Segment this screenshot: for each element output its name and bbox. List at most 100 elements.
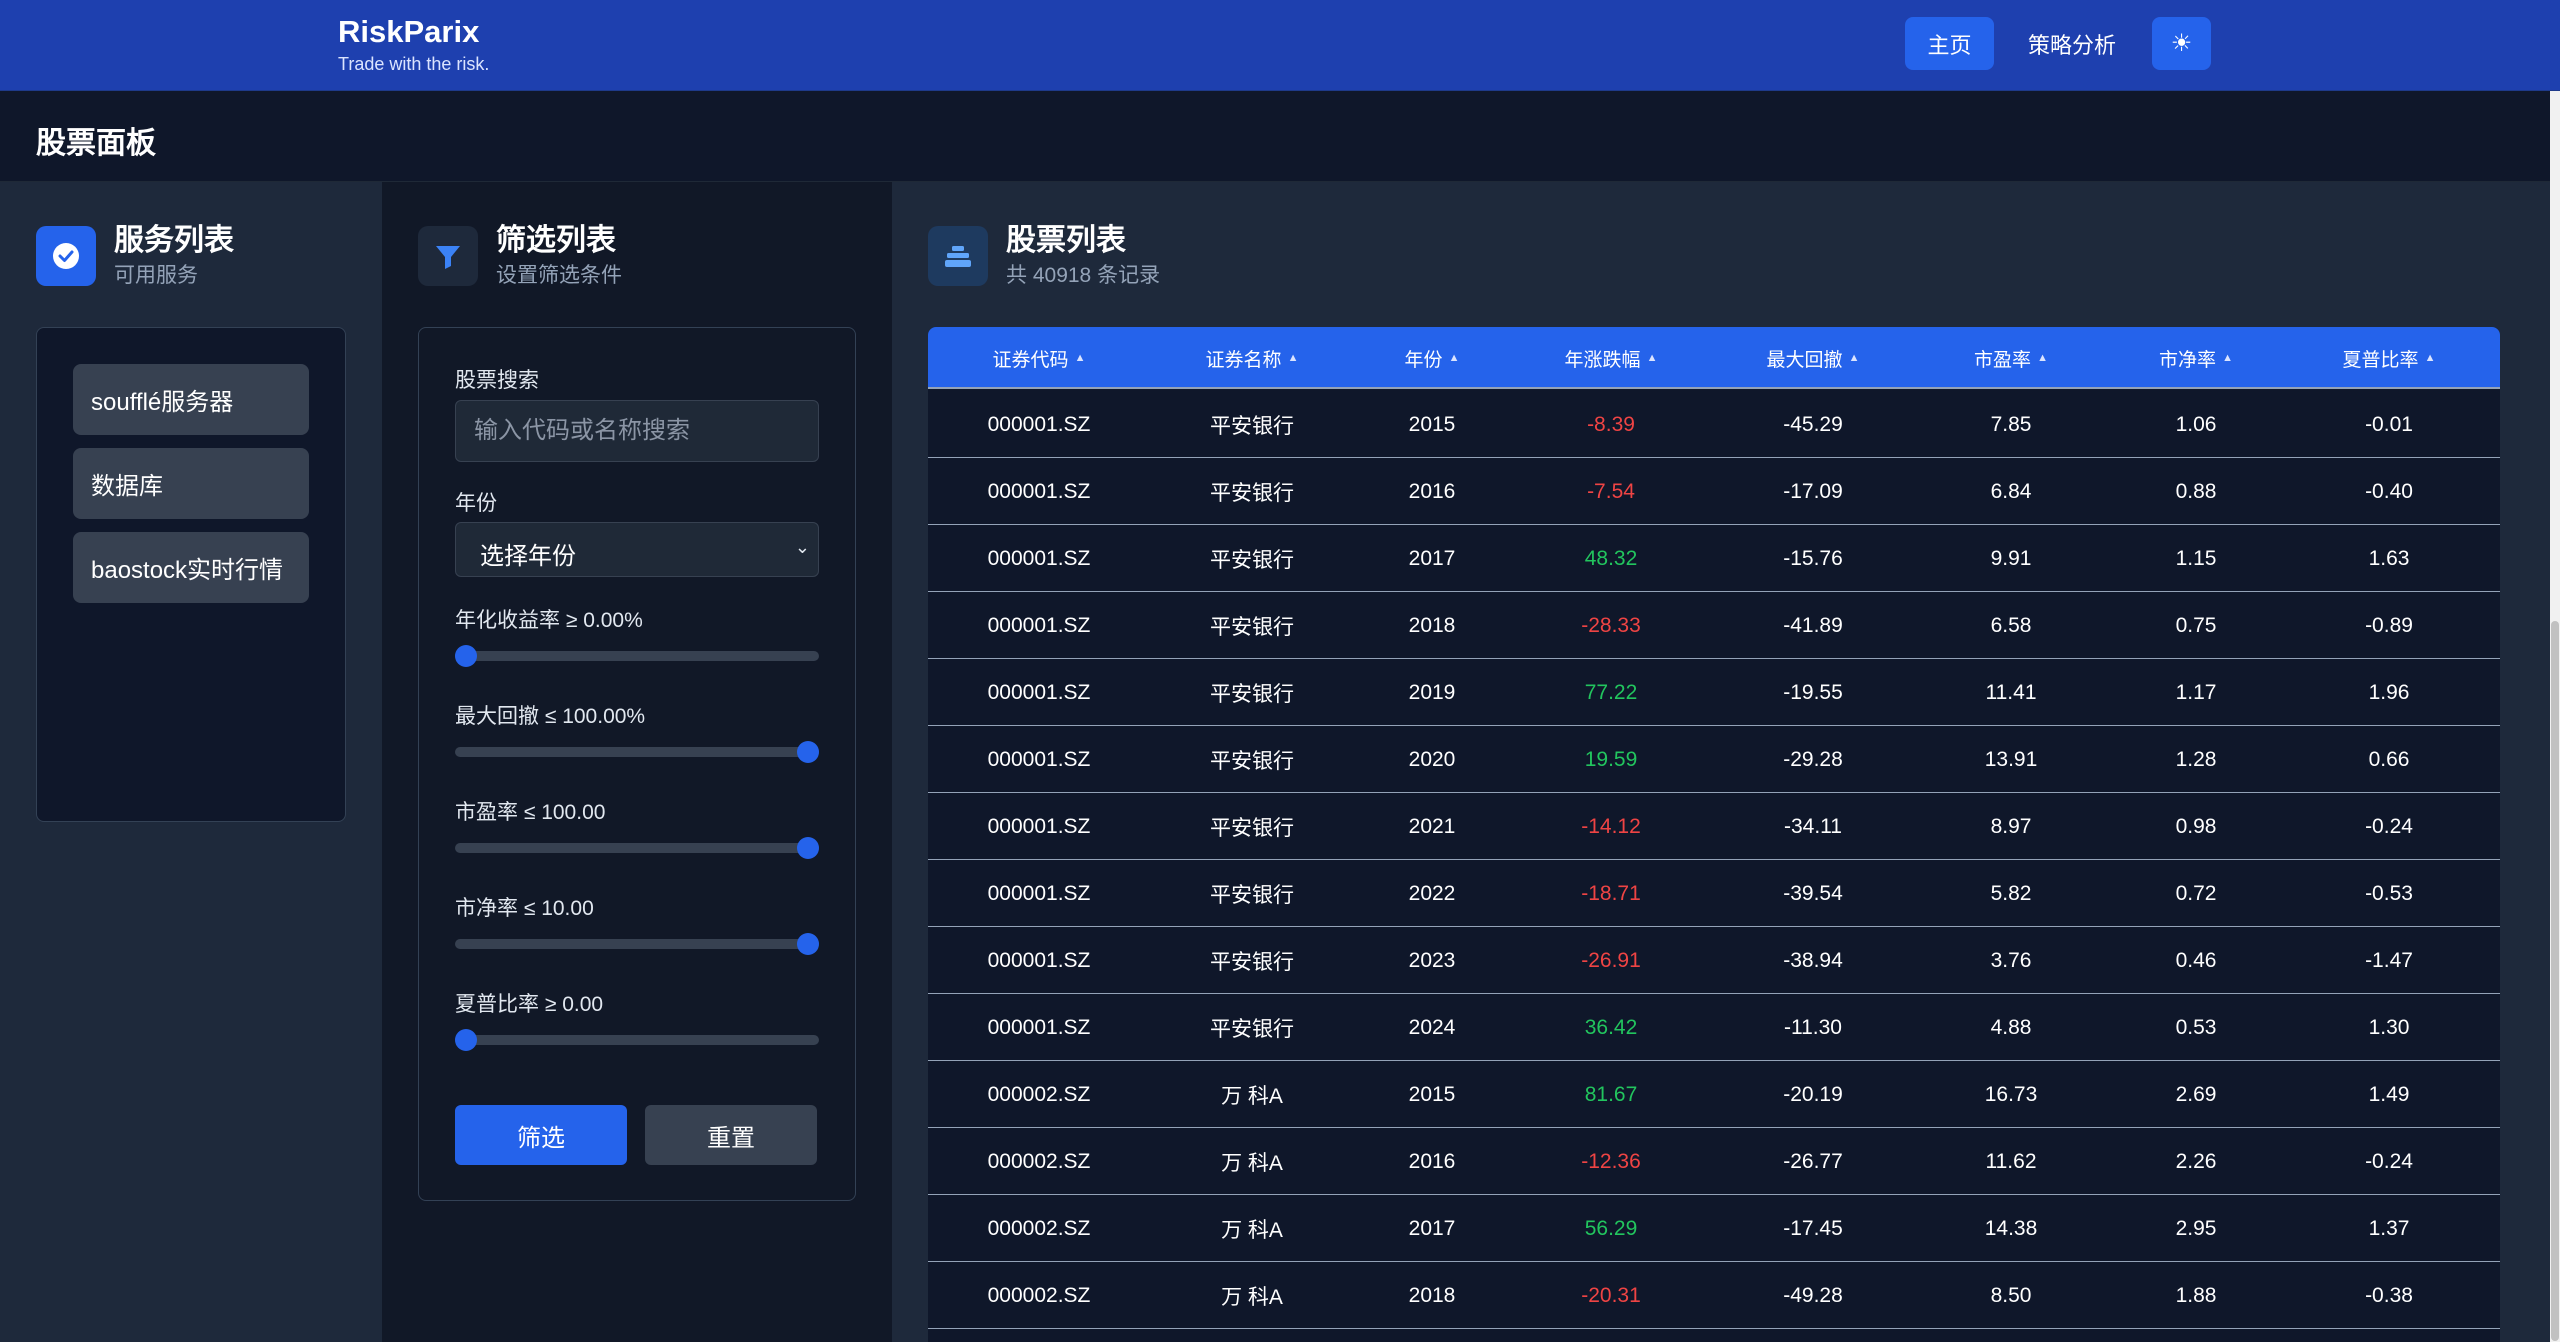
- table-row[interactable]: 000001.SZ 平安银行 2018 -28.33 -41.89 6.58 0.75 -0.…: [928, 592, 2500, 659]
- filter-apply-button[interactable]: 筛选: [455, 1105, 627, 1165]
- sharpe-slider[interactable]: [455, 1029, 819, 1051]
- page-header: 股票面板: [0, 91, 2550, 182]
- filter-subtitle: 设置筛选条件: [496, 264, 622, 287]
- pe-slider-label: 市盈率 ≤ 100.00: [455, 801, 606, 824]
- column-header-label: 证券代码: [992, 349, 1069, 371]
- stock-table: 证券代码 ▲ 证券名称 ▲ 年份 ▲ 年涨跌幅 ▲ 最大回撤 ▲ 市盈率 ▲ 市净率 ▲ 夏普比率 ▲ 000…: [928, 327, 2500, 1342]
- table-cell: 000001.SZ: [987, 814, 1091, 838]
- scrollbar-thumb[interactable]: [2551, 621, 2559, 1341]
- stack-icon: [928, 226, 988, 286]
- table-cell: 0.66: [2368, 747, 2410, 771]
- table-cell: 1.17: [2175, 680, 2217, 704]
- pe-slider[interactable]: [455, 837, 819, 859]
- column-header[interactable]: 年涨跌幅 ▲: [1516, 327, 1706, 389]
- brand[interactable]: RiskParix Trade with the risk.: [338, 14, 489, 76]
- return-slider[interactable]: [455, 645, 819, 667]
- table-row[interactable]: 000001.SZ 平安银行 2023 -26.91 -38.94 3.76 0.46 -1.…: [928, 927, 2500, 994]
- table-cell: 0.98: [2175, 814, 2217, 838]
- sort-icon[interactable]: ▲: [1849, 352, 1860, 364]
- year-label: 年份: [455, 492, 497, 515]
- table-row[interactable]: 000001.SZ 平安银行 2022 -18.71 -39.54 5.82 0.72 -0.…: [928, 860, 2500, 927]
- table-cell: 2018: [1408, 613, 1456, 637]
- table-cell: 2021: [1408, 814, 1456, 838]
- table-cell: -41.89: [1783, 613, 1843, 637]
- services-subtitle: 可用服务: [114, 264, 198, 287]
- table-cell: 8.97: [1990, 814, 2032, 838]
- table-cell: 000001.SZ: [987, 881, 1091, 905]
- table-cell: 11.62: [1985, 1149, 2037, 1173]
- sort-icon[interactable]: ▲: [1449, 352, 1460, 364]
- table-row[interactable]: 000002.SZ 万 科A 2017 56.29 -17.45 14.38 2.95 1.3…: [928, 1195, 2500, 1262]
- column-header[interactable]: 市净率 ▲: [2111, 327, 2281, 389]
- table-cell: 2023: [1408, 948, 1456, 972]
- column-header[interactable]: 市盈率 ▲: [1921, 327, 2101, 389]
- table-cell: -7.54: [1587, 479, 1635, 503]
- pb-slider-thumb[interactable]: [797, 933, 819, 955]
- filter-reset-button[interactable]: 重置: [645, 1105, 817, 1165]
- sort-icon[interactable]: ▲: [1647, 352, 1658, 364]
- table-cell: 2018: [1408, 1283, 1456, 1307]
- table-cell: 36.42: [1584, 1015, 1638, 1039]
- table-cell: -17.09: [1783, 479, 1843, 503]
- table-cell: -38.94: [1783, 948, 1843, 972]
- theme-toggle-button[interactable]: ☀: [2152, 17, 2211, 70]
- table-cell: -26.91: [1581, 948, 1641, 972]
- table-row[interactable]: 000001.SZ 平安银行 2020 19.59 -29.28 13.91 1.28 0.6…: [928, 726, 2500, 793]
- table-row[interactable]: 000001.SZ 平安银行 2021 -14.12 -34.11 8.97 0.98 -0.…: [928, 793, 2500, 860]
- table-row[interactable]: 000001.SZ 平安银行 2016 -7.54 -17.09 6.84 0.88 -0.4…: [928, 458, 2500, 525]
- table-cell: -0.24: [2365, 1149, 2413, 1173]
- table-cell: 2022: [1408, 881, 1456, 905]
- table-cell: 77.22: [1584, 680, 1638, 704]
- search-label: 股票搜索: [455, 369, 539, 392]
- table-cell: 1.30: [2368, 1015, 2410, 1039]
- sort-icon[interactable]: ▲: [2425, 352, 2436, 364]
- sort-icon[interactable]: ▲: [1288, 352, 1299, 364]
- column-header[interactable]: 证券名称 ▲: [1152, 327, 1352, 389]
- table-row[interactable]: 000001.SZ 平安银行 2017 48.32 -15.76 9.91 1.15 1.63: [928, 525, 2500, 592]
- table-cell: -0.38: [2365, 1283, 2413, 1307]
- nav-strategy-link[interactable]: 策略分析: [2010, 17, 2134, 70]
- service-item-souffle[interactable]: soufflé服务器: [73, 364, 309, 435]
- table-cell: 2.95: [2175, 1216, 2217, 1240]
- table-row[interactable]: 000002.SZ 万 科A 2016 -12.36 -26.77 11.62 2.26 -0…: [928, 1128, 2500, 1195]
- service-item-baostock[interactable]: baostock实时行情: [73, 532, 309, 603]
- column-header-label: 年涨跌幅: [1564, 349, 1641, 371]
- drawdown-slider[interactable]: [455, 741, 819, 763]
- page-scrollbar[interactable]: [2550, 91, 2560, 1342]
- table-row[interactable]: 000002.SZ 万 科A 2018 -20.31 -49.28 8.50 1.88 -0.…: [928, 1262, 2500, 1329]
- service-item-database[interactable]: 数据库: [73, 448, 309, 519]
- drawdown-slider-thumb[interactable]: [797, 741, 819, 763]
- table-cell: 11.41: [1985, 680, 2037, 704]
- column-header-label: 市净率: [2159, 349, 2217, 371]
- table-row[interactable]: 000001.SZ 平安银行 2019 77.22 -19.55 11.41 1.17 1.9…: [928, 659, 2500, 726]
- table-cell: -45.29: [1783, 412, 1843, 436]
- column-header-label: 市盈率: [1974, 349, 2032, 371]
- nav-home-button[interactable]: 主页: [1905, 17, 1994, 70]
- table-cell: 000002.SZ: [987, 1283, 1091, 1307]
- column-header[interactable]: 年份 ▲: [1357, 327, 1507, 389]
- table-cell: 0.75: [2175, 613, 2217, 637]
- column-header[interactable]: 夏普比率 ▲: [2289, 327, 2489, 389]
- table-cell: 1.06: [2175, 412, 2217, 436]
- sort-icon[interactable]: ▲: [2037, 352, 2048, 364]
- table-cell: -0.24: [2365, 814, 2413, 838]
- table-cell: -19.55: [1783, 680, 1843, 704]
- table-row[interactable]: 000002.SZ 万 科A 2015 81.67 -20.19 16.73 2.69 1.4…: [928, 1061, 2500, 1128]
- table-cell: -20.31: [1581, 1283, 1641, 1307]
- table-cell: -26.77: [1783, 1149, 1843, 1173]
- column-header[interactable]: 最大回撤 ▲: [1713, 327, 1913, 389]
- table-row[interactable]: 000001.SZ 平安银行 2024 36.42 -11.30 4.88 0.53 1.30: [928, 994, 2500, 1061]
- pb-slider[interactable]: [455, 933, 819, 955]
- table-cell: 13.91: [1984, 747, 2038, 771]
- return-slider-thumb[interactable]: [455, 645, 477, 667]
- table-row[interactable]: 000001.SZ 平安银行 2015 -8.39 -45.29 7.85 1.06 -0.0…: [928, 391, 2500, 458]
- column-header[interactable]: 证券代码 ▲: [939, 327, 1139, 389]
- table-cell: -11.30: [1784, 1015, 1842, 1039]
- sharpe-slider-thumb[interactable]: [455, 1029, 477, 1051]
- sort-icon[interactable]: ▲: [2222, 352, 2233, 364]
- sort-icon[interactable]: ▲: [1075, 352, 1086, 364]
- pe-slider-thumb[interactable]: [797, 837, 819, 859]
- year-select[interactable]: 选择年份 ⌄: [455, 522, 819, 577]
- table-cell: 2016: [1408, 479, 1456, 503]
- stock-search-input[interactable]: [455, 400, 819, 462]
